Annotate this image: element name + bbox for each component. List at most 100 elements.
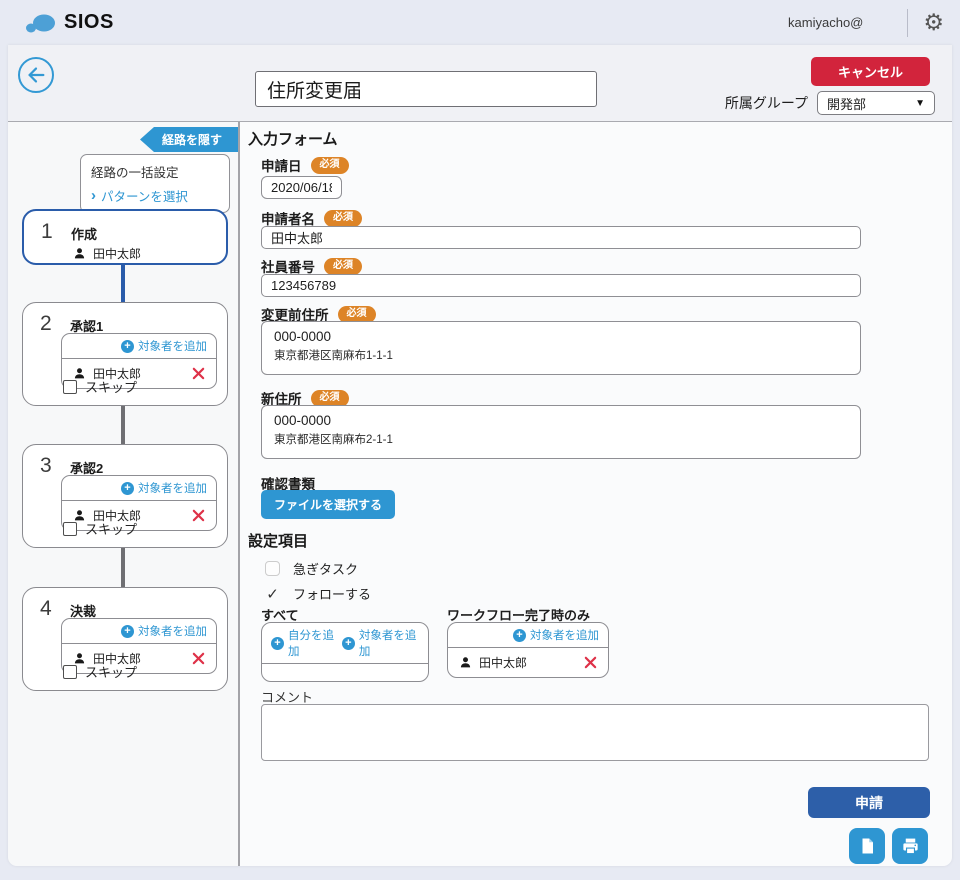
plus-circle-icon: +: [513, 629, 526, 642]
plus-circle-icon: +: [121, 625, 134, 638]
new-address-postal: 000-0000: [274, 413, 848, 428]
required-badge: 必須: [324, 258, 362, 275]
top-bar: SIOS kamiyacho@ ⚙: [0, 0, 960, 45]
applicant-name-input[interactable]: [261, 226, 861, 249]
topbar-divider: [907, 9, 908, 37]
document-button[interactable]: [849, 828, 885, 864]
notify-all-box: + 自分を追加 + 対象者を追加: [261, 622, 429, 682]
required-badge: 必須: [338, 306, 376, 323]
step-number: 2: [40, 312, 52, 336]
chevron-down-icon: ▼: [915, 98, 925, 109]
route-batch-settings-box: 経路の一括設定 › パターンを選択: [80, 154, 230, 213]
group-select[interactable]: 開発部 ▼: [817, 91, 935, 115]
applicant-field-label-row: 申請者名 必須: [261, 208, 362, 228]
gear-icon[interactable]: ⚙: [923, 11, 944, 34]
new-address-text: 東京都港区南麻布2-1-1: [274, 431, 848, 447]
group-label: 所属グループ: [725, 93, 808, 113]
document-title-input[interactable]: [255, 71, 597, 107]
route-step-1[interactable]: 1 作成 田中太郎: [22, 209, 228, 265]
step-number: 1: [41, 220, 53, 244]
member-row: 田中太郎: [448, 648, 608, 677]
route-connector: [121, 548, 125, 587]
plus-circle-icon: +: [342, 637, 355, 650]
add-target-link[interactable]: + 対象者を追加: [342, 627, 419, 659]
required-badge: 必須: [311, 157, 349, 174]
required-badge: 必須: [324, 210, 362, 227]
brand-text: SIOS: [64, 11, 114, 34]
skip-row: スキップ: [63, 519, 137, 538]
select-file-button[interactable]: ファイルを選択する: [261, 490, 395, 519]
employee-no-field-label-row: 社員番号 必須: [261, 256, 362, 276]
urgent-task-checkbox[interactable]: [265, 561, 280, 576]
route-step-4[interactable]: 4 決裁 + 対象者を追加 田中太郎: [22, 587, 228, 691]
plus-circle-icon: +: [271, 637, 284, 650]
person-icon: [459, 656, 472, 669]
remove-member-icon[interactable]: [192, 367, 205, 380]
follow-checkbox-checked[interactable]: ✓: [265, 585, 280, 603]
document-icon: [858, 837, 876, 855]
date-input[interactable]: [261, 176, 342, 199]
user-account-label: kamiyacho@: [788, 15, 863, 30]
workflow-done-box: + 対象者を追加 田中太郎: [447, 622, 609, 678]
route-sidebar: 経路を隠す 経路の一括設定 › パターンを選択 1 作成 田中太郎: [8, 122, 240, 866]
skip-row: スキップ: [63, 377, 137, 396]
comment-textarea[interactable]: [261, 704, 929, 761]
bottom-icon-buttons: [849, 828, 928, 864]
person-icon: [73, 247, 86, 260]
cancel-button[interactable]: キャンセル: [811, 57, 930, 86]
skip-checkbox[interactable]: [63, 665, 77, 679]
remove-member-icon[interactable]: [192, 652, 205, 665]
step-label: 作成: [71, 224, 97, 243]
back-button[interactable]: [18, 57, 54, 93]
applicant-field-label: 申請者名: [261, 208, 315, 228]
print-button[interactable]: [892, 828, 928, 864]
route-step-2[interactable]: 2 承認1 + 対象者を追加 田中太郎: [22, 302, 228, 406]
new-address-input[interactable]: 000-0000 東京都港区南麻布2-1-1: [261, 405, 861, 459]
plus-circle-icon: +: [121, 340, 134, 353]
old-address-input[interactable]: 000-0000 東京都港区南麻布1-1-1: [261, 321, 861, 375]
batch-settings-title: 経路の一括設定: [91, 162, 219, 181]
select-pattern-link[interactable]: › パターンを選択: [91, 186, 219, 205]
add-target-link[interactable]: + 対象者を追加: [513, 627, 599, 643]
sios-logo: SIOS: [25, 11, 114, 35]
route-connector: [121, 406, 125, 444]
group-selector-row: 所属グループ 開発部 ▼: [725, 91, 935, 115]
route-step-3[interactable]: 3 承認2 + 対象者を追加 田中太郎: [22, 444, 228, 548]
required-badge: 必須: [311, 390, 349, 407]
add-target-link[interactable]: + 対象者を追加: [121, 623, 207, 639]
notify-all-empty-row: [262, 664, 428, 681]
add-self-link[interactable]: + 自分を追加: [271, 627, 338, 659]
route-connector: [121, 265, 125, 302]
old-address-postal: 000-0000: [274, 329, 848, 344]
hide-route-button[interactable]: 経路を隠す: [140, 127, 238, 152]
workflow-card: キャンセル 所属グループ 開発部 ▼ 経路を隠す 経路の一括設定 › パターンを…: [8, 45, 952, 866]
remove-member-icon[interactable]: [584, 656, 597, 669]
skip-checkbox[interactable]: [63, 380, 77, 394]
step-member: 田中太郎: [73, 245, 141, 262]
main-form-area: 入力フォーム 申請日 必須 申請者名 必須 社員番号 必須 変更前住所: [240, 122, 952, 866]
date-field-label: 申請日: [261, 155, 302, 175]
step-number: 3: [40, 454, 52, 478]
plus-circle-icon: +: [121, 482, 134, 495]
urgent-task-label: 急ぎタスク: [293, 559, 358, 578]
skip-checkbox[interactable]: [63, 522, 77, 536]
back-arrow-icon: [25, 64, 47, 86]
form-section-title: 入力フォーム: [248, 128, 338, 149]
employee-number-input[interactable]: [261, 274, 861, 297]
add-target-link[interactable]: + 対象者を追加: [121, 480, 207, 496]
printer-icon: [901, 837, 920, 856]
follow-row: ✓ フォローする: [265, 584, 371, 603]
urgent-task-row: 急ぎタスク: [265, 559, 358, 578]
submit-button[interactable]: 申請: [808, 787, 930, 818]
date-field-label-row: 申請日 必須: [261, 155, 349, 175]
chevron-right-icon: ›: [91, 188, 96, 203]
skip-row: スキップ: [63, 662, 137, 681]
step-number: 4: [40, 597, 52, 621]
follow-label: フォローする: [293, 584, 371, 603]
sios-logo-icon: [25, 11, 57, 35]
group-select-value: 開発部: [827, 94, 866, 113]
add-target-link[interactable]: + 対象者を追加: [121, 338, 207, 354]
remove-member-icon[interactable]: [192, 509, 205, 522]
employee-no-field-label: 社員番号: [261, 256, 315, 276]
form-header: キャンセル 所属グループ 開発部 ▼: [8, 45, 952, 122]
